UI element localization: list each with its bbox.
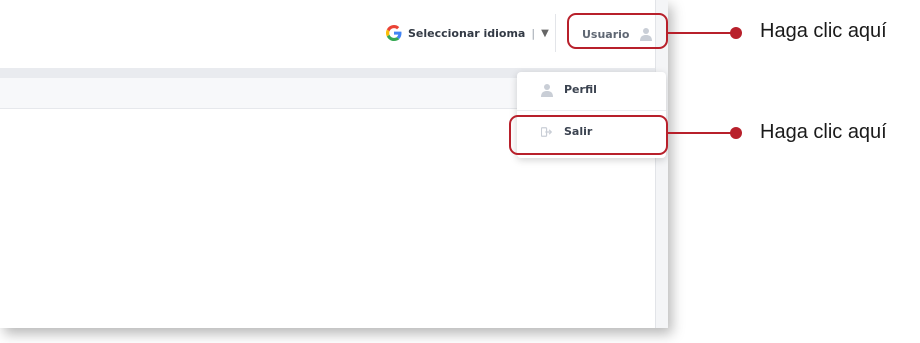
language-selector-label: Seleccionar idioma bbox=[408, 26, 526, 40]
chevron-down-icon[interactable]: ▼ bbox=[541, 28, 549, 39]
highlight-salir-item bbox=[509, 115, 668, 155]
highlight-user-button bbox=[567, 13, 668, 49]
callout-dot bbox=[730, 127, 742, 139]
scrollbar-track[interactable] bbox=[655, 0, 668, 328]
callout-leader-line bbox=[668, 32, 738, 34]
language-selector[interactable]: Seleccionar idioma | ▼ bbox=[386, 24, 549, 42]
callout-dot bbox=[730, 27, 742, 39]
user-icon bbox=[541, 84, 553, 97]
language-selector-separator: | bbox=[531, 26, 536, 40]
menu-item-label: Perfil bbox=[564, 83, 597, 96]
callout-text: Haga clic aquí bbox=[760, 20, 887, 42]
app-screenshot: Seleccionar idioma | ▼ Usuario Perfil Sa… bbox=[0, 0, 668, 328]
menu-item-perfil[interactable]: Perfil bbox=[517, 75, 666, 105]
callout-leader-line bbox=[668, 132, 738, 134]
google-g-icon bbox=[386, 25, 402, 41]
header-divider bbox=[555, 14, 556, 52]
menu-divider bbox=[517, 110, 666, 111]
callout-text: Haga clic aquí bbox=[760, 121, 887, 143]
